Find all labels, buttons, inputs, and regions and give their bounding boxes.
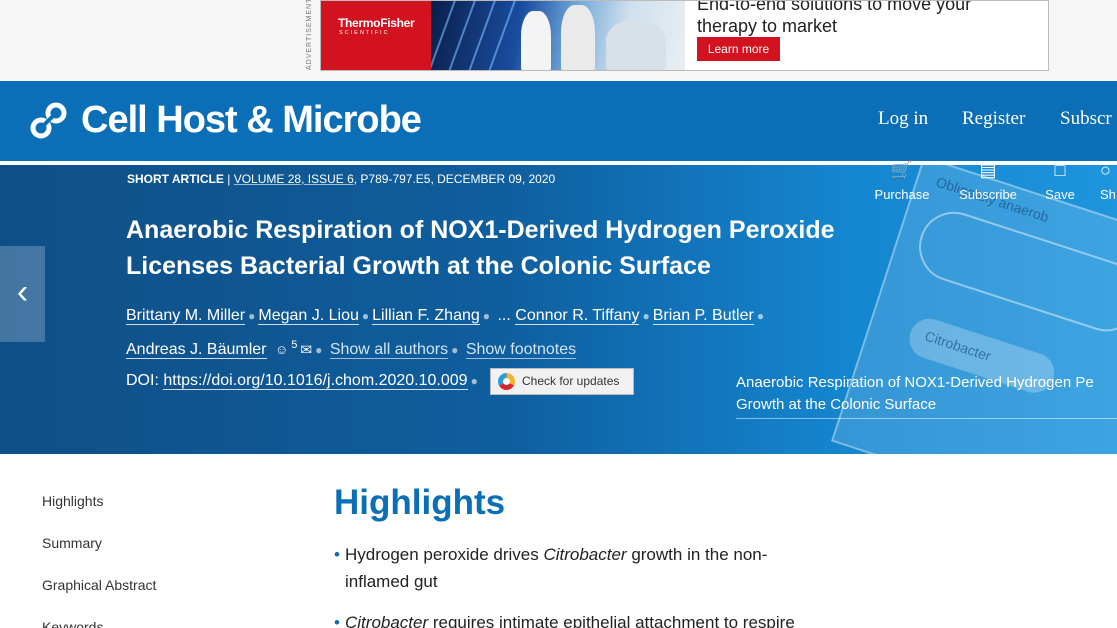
graphic-shape: [910, 202, 1117, 341]
author-link[interactable]: Connor R. Tiffany: [515, 307, 640, 325]
share-button[interactable]: ○ Sh: [1086, 158, 1117, 202]
login-link[interactable]: Log in: [878, 108, 928, 130]
ad-learn-more-button[interactable]: Learn more: [697, 37, 780, 61]
meta-separator: |: [227, 172, 231, 186]
separator-dot: ●: [248, 309, 256, 323]
highlight-text: requires intimate epithelial attachment …: [428, 613, 795, 628]
highlight-item: Citrobacter requires intimate epithelial…: [334, 609, 834, 628]
separator-dot: ●: [642, 309, 650, 323]
highlight-text-italic: Citrobacter: [345, 613, 429, 628]
ad-headline-line2: therapy to market: [697, 16, 838, 36]
check-updates-label: Check for updates: [522, 374, 620, 388]
author-link[interactable]: Lillian F. Zhang: [372, 307, 480, 325]
subscribe-link[interactable]: Subscr: [1060, 108, 1112, 130]
person-icon: ☺: [274, 342, 289, 358]
document-icon: ▤: [979, 160, 997, 180]
separator-dot: ●: [756, 309, 765, 323]
author-link[interactable]: Brittany M. Miller: [126, 307, 246, 325]
ad-banner[interactable]: ThermoFisher SCIENTIFIC End-to-end solut…: [320, 0, 1049, 71]
cell-logo-icon[interactable]: [30, 102, 68, 140]
highlight-item: Hydrogen peroxide drives Citrobacter gro…: [334, 541, 814, 595]
graphical-abstract-caption[interactable]: Anaerobic Respiration of NOX1-Derived Hy…: [736, 372, 1117, 419]
ad-headline: End-to-end solutions to move your therap…: [697, 0, 972, 37]
separator-dot: ●: [361, 309, 370, 323]
highlights-heading: Highlights: [334, 483, 506, 522]
purchase-label: Purchase: [874, 187, 930, 202]
previous-article-button[interactable]: ‹: [0, 246, 45, 342]
ad-label: ADVERTISEMENT: [306, 0, 313, 70]
ad-brand-name: ThermoFisher: [338, 16, 415, 30]
article-type: SHORT ARTICLE: [127, 172, 224, 186]
author-link[interactable]: Andreas J. Bäumler: [126, 341, 267, 360]
volume-issue-link[interactable]: VOLUME 28, ISSUE 6: [234, 172, 354, 186]
journal-logo[interactable]: Cell Host & Microbe: [81, 99, 422, 142]
share-label: Sh: [1100, 187, 1116, 202]
author-link[interactable]: Megan J. Liou: [258, 307, 359, 325]
chevron-left-icon: ‹: [16, 273, 29, 311]
separator-dot: ●: [451, 343, 459, 358]
toc-summary[interactable]: Summary: [42, 535, 102, 551]
article-title: Anaerobic Respiration of NOX1-Derived Hy…: [126, 216, 835, 280]
show-footnotes-link[interactable]: Show footnotes: [465, 341, 577, 360]
highlight-text: Hydrogen peroxide drives: [345, 545, 544, 564]
register-link[interactable]: Register: [962, 108, 1025, 130]
author-link[interactable]: Brian P. Butler: [652, 307, 754, 325]
doi-link[interactable]: https://doi.org/10.1016/j.chom.2020.10.0…: [163, 372, 468, 390]
toc-keywords[interactable]: Keywords: [42, 619, 103, 628]
doi-label: DOI:: [126, 372, 159, 389]
pages-date: , P789-797.E5, DECEMBER 09, 2020: [353, 172, 556, 186]
share-icon: ○: [1100, 160, 1111, 180]
separator-dot: ●: [482, 309, 491, 323]
purchase-button[interactable]: 🛒 Purchase: [862, 158, 942, 202]
doi-row: DOI: https://doi.org/10.1016/j.chom.2020…: [126, 372, 481, 390]
highlight-text-italic: Citrobacter: [543, 545, 627, 564]
ad-brand-logo: ThermoFisher SCIENTIFIC: [321, 1, 431, 70]
footnote-count: 5: [291, 339, 298, 351]
ad-headline-line1: End-to-end solutions to move your: [697, 0, 972, 14]
ad-photo: [431, 1, 685, 70]
toc-highlights[interactable]: Highlights: [42, 493, 103, 509]
subscribe-label: Subscribe: [959, 187, 1017, 202]
separator-dot: ●: [315, 343, 323, 358]
author-list: Brittany M. Miller ● Megan J. Liou ● Lillian…: [126, 301, 826, 365]
article-meta: SHORT ARTICLE | VOLUME 28, ISSUE 6, P789…: [127, 172, 555, 186]
cart-icon: 🛒: [890, 160, 914, 180]
ad-brand-sub: SCIENTIFIC: [339, 30, 390, 36]
authors-ellipsis: ...: [497, 307, 511, 324]
ad-strip: ADVERTISEMENT ThermoFisher SCIENTIFIC En…: [0, 0, 1117, 81]
separator-dot: ●: [470, 374, 478, 388]
show-all-authors-link[interactable]: Show all authors: [329, 341, 449, 360]
email-icon[interactable]: ✉: [300, 341, 312, 357]
save-label: Save: [1045, 187, 1075, 202]
page: ADVERTISEMENT ThermoFisher SCIENTIFIC En…: [0, 0, 1117, 628]
check-for-updates-button[interactable]: Check for updates: [490, 368, 634, 395]
toc-graphical-abstract[interactable]: Graphical Abstract: [42, 577, 156, 593]
subscribe-button[interactable]: ▤ Subscribe: [948, 158, 1028, 202]
crossmark-icon: [498, 373, 515, 390]
